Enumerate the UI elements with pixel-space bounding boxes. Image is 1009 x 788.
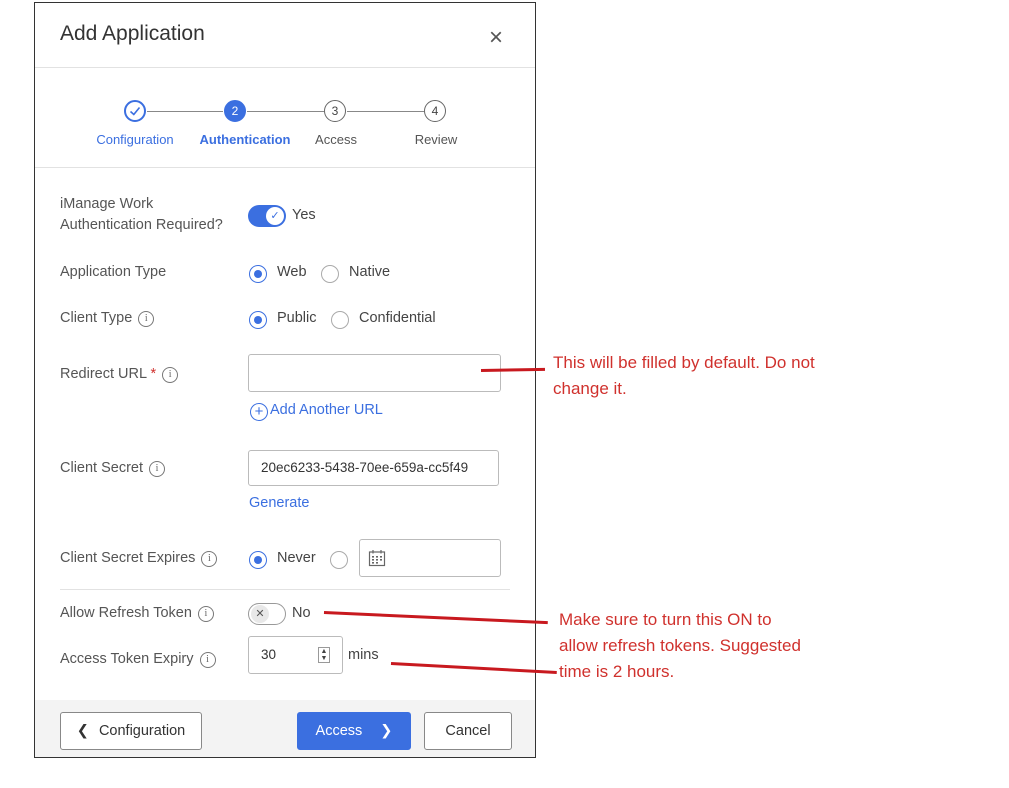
client-type-confidential-label[interactable]: Confidential [359, 310, 436, 326]
allow-refresh-token-toggle[interactable]: ✕ [248, 603, 286, 625]
info-icon[interactable]: i [149, 461, 166, 477]
info-icon[interactable]: i [197, 606, 214, 622]
stepper-connector [247, 111, 324, 112]
expires-date-input[interactable] [359, 539, 501, 577]
refresh-token-note: Make sure to turn this ON to allow refre… [559, 610, 801, 681]
section-divider [60, 589, 510, 590]
plus-circle-icon: + [250, 403, 268, 421]
allow-refresh-token-label: Allow Refresh Token i [60, 603, 214, 624]
redirect-url-label: Redirect URL * i [60, 364, 179, 385]
chevron-left-icon: ❮ [76, 723, 89, 739]
access-token-expiry-stepper[interactable]: 30 ▲ ▼ [248, 636, 343, 674]
step-configuration-check-icon[interactable] [124, 100, 146, 122]
add-another-url-link[interactable]: + Add Another URL [250, 402, 383, 421]
step-review-number[interactable]: 4 [424, 100, 446, 122]
close-icon[interactable]: × [483, 25, 509, 51]
client-type-public-label[interactable]: Public [277, 310, 317, 326]
app-type-native-radio[interactable] [321, 265, 339, 283]
step-label-access[interactable]: Access [281, 132, 391, 147]
cancel-button[interactable]: Cancel [424, 712, 512, 750]
step-access-number[interactable]: 3 [324, 100, 346, 122]
spinner-arrows-icon[interactable]: ▲ ▼ [318, 647, 330, 663]
client-type-label: Client Type i [60, 308, 155, 329]
redirect-url-note: This will be filled by default. Do not c… [553, 353, 815, 398]
client-secret-label: Client Secret i [60, 458, 166, 479]
stepper-connector [147, 111, 223, 112]
client-secret-input[interactable]: 20ec6233-5438-70ee-659a-cc5f49 [248, 450, 499, 486]
dialog-footer: ❮ Configuration Access ❯ Cancel [35, 700, 535, 757]
client-secret-expires-label: Client Secret Expires i [60, 548, 218, 569]
header-divider [35, 67, 535, 68]
stepper-connector [347, 111, 424, 112]
dialog-title: Add Application [60, 22, 205, 45]
info-icon[interactable]: i [201, 551, 218, 567]
info-icon[interactable]: i [162, 367, 179, 383]
access-token-expiry-unit: mins [348, 647, 379, 663]
step-authentication-number[interactable]: 2 [224, 100, 246, 122]
chevron-right-icon: ❯ [380, 723, 393, 739]
app-type-native-label[interactable]: Native [349, 264, 390, 280]
stepper-divider [35, 167, 535, 168]
info-icon[interactable]: i [199, 652, 216, 668]
application-type-label: Application Type [60, 264, 167, 280]
app-type-web-label[interactable]: Web [277, 264, 307, 280]
expires-date-radio[interactable] [330, 551, 348, 569]
auth-required-toggle[interactable]: ✓ [248, 205, 286, 227]
add-application-dialog: Add Application × 2 3 4 Configuration Au… [34, 2, 536, 758]
expires-never-radio[interactable] [249, 551, 267, 569]
client-type-confidential-radio[interactable] [331, 311, 349, 329]
access-token-expiry-value: 30 [261, 647, 277, 662]
redirect-url-input[interactable] [248, 354, 501, 392]
access-token-expiry-label: Access Token Expiry i [60, 649, 216, 670]
next-access-button[interactable]: Access ❯ [297, 712, 411, 750]
x-icon: ✕ [251, 605, 269, 623]
allow-refresh-token-value: No [292, 605, 311, 621]
back-configuration-button[interactable]: ❮ Configuration [60, 712, 202, 750]
calendar-icon [368, 550, 386, 567]
required-asterisk: * [150, 366, 157, 382]
expires-never-label[interactable]: Never [277, 550, 316, 566]
auth-required-label: iManage Work Authentication Required? [60, 196, 223, 233]
step-label-configuration[interactable]: Configuration [80, 132, 190, 147]
auth-required-value: Yes [292, 207, 316, 223]
info-icon[interactable]: i [138, 311, 155, 327]
client-type-public-radio[interactable] [249, 311, 267, 329]
step-label-review[interactable]: Review [381, 132, 491, 147]
check-icon: ✓ [266, 207, 284, 225]
generate-link[interactable]: Generate [249, 495, 309, 511]
app-type-web-radio[interactable] [249, 265, 267, 283]
